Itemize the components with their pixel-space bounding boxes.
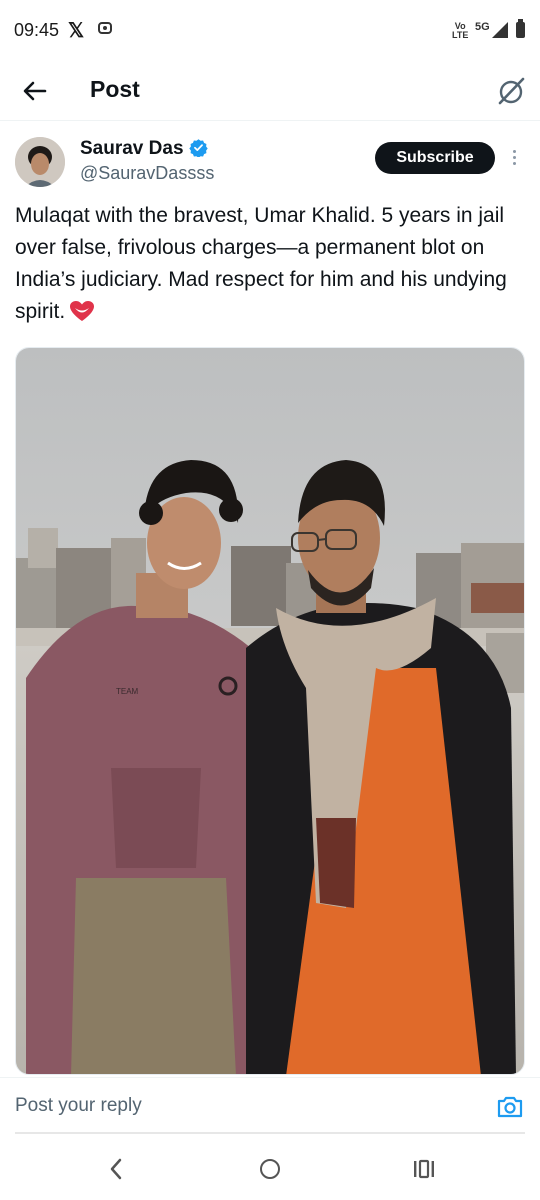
status-bar: 09:45 𝕏 Vo LTE 5G xyxy=(0,0,540,62)
reply-divider xyxy=(15,1132,525,1134)
hoodie-print: TEAM xyxy=(116,687,139,696)
back-button[interactable] xyxy=(18,74,52,108)
system-nav-bar xyxy=(0,1138,540,1200)
signal-icon xyxy=(492,22,508,38)
heart-emoji-icon xyxy=(70,301,95,321)
volte-indicator: Vo LTE xyxy=(452,21,469,40)
network-type: 5G xyxy=(475,21,490,33)
page-title: Post xyxy=(90,76,140,102)
chevron-left-icon xyxy=(110,1158,122,1180)
author-row: Saurav Das @SauravDassss Subscribe xyxy=(0,130,540,196)
subscribe-button[interactable]: Subscribe xyxy=(375,142,495,174)
camera-icon xyxy=(497,1096,523,1118)
reply-bar xyxy=(0,1077,540,1136)
grok-button[interactable] xyxy=(494,74,528,108)
recents-icon xyxy=(414,1159,434,1179)
x-logo-icon: 𝕏 xyxy=(68,20,85,42)
post-text: Mulaqat with the bravest, Umar Khalid. 5… xyxy=(15,200,525,328)
verified-badge-icon xyxy=(188,139,208,157)
avatar[interactable] xyxy=(15,137,65,187)
author-handle[interactable]: @SauravDassss xyxy=(80,163,214,184)
author-name-text: Saurav Das xyxy=(80,138,184,159)
status-time: 09:45 xyxy=(14,20,60,40)
camera-button[interactable] xyxy=(496,1095,524,1119)
post-photo[interactable]: TEAM xyxy=(15,347,525,1075)
nav-back-button[interactable] xyxy=(104,1156,128,1182)
battery-icon xyxy=(516,19,525,38)
arrow-left-icon xyxy=(23,81,47,101)
author-display-name[interactable]: Saurav Das xyxy=(80,138,208,160)
nav-home-button[interactable] xyxy=(260,1159,280,1179)
top-app-bar: Post xyxy=(0,62,540,121)
reply-input[interactable] xyxy=(15,1088,475,1124)
screen-record-icon xyxy=(98,22,112,34)
nav-recents-button[interactable] xyxy=(412,1157,436,1181)
more-options-icon[interactable] xyxy=(506,148,522,170)
grok-icon xyxy=(498,77,525,105)
